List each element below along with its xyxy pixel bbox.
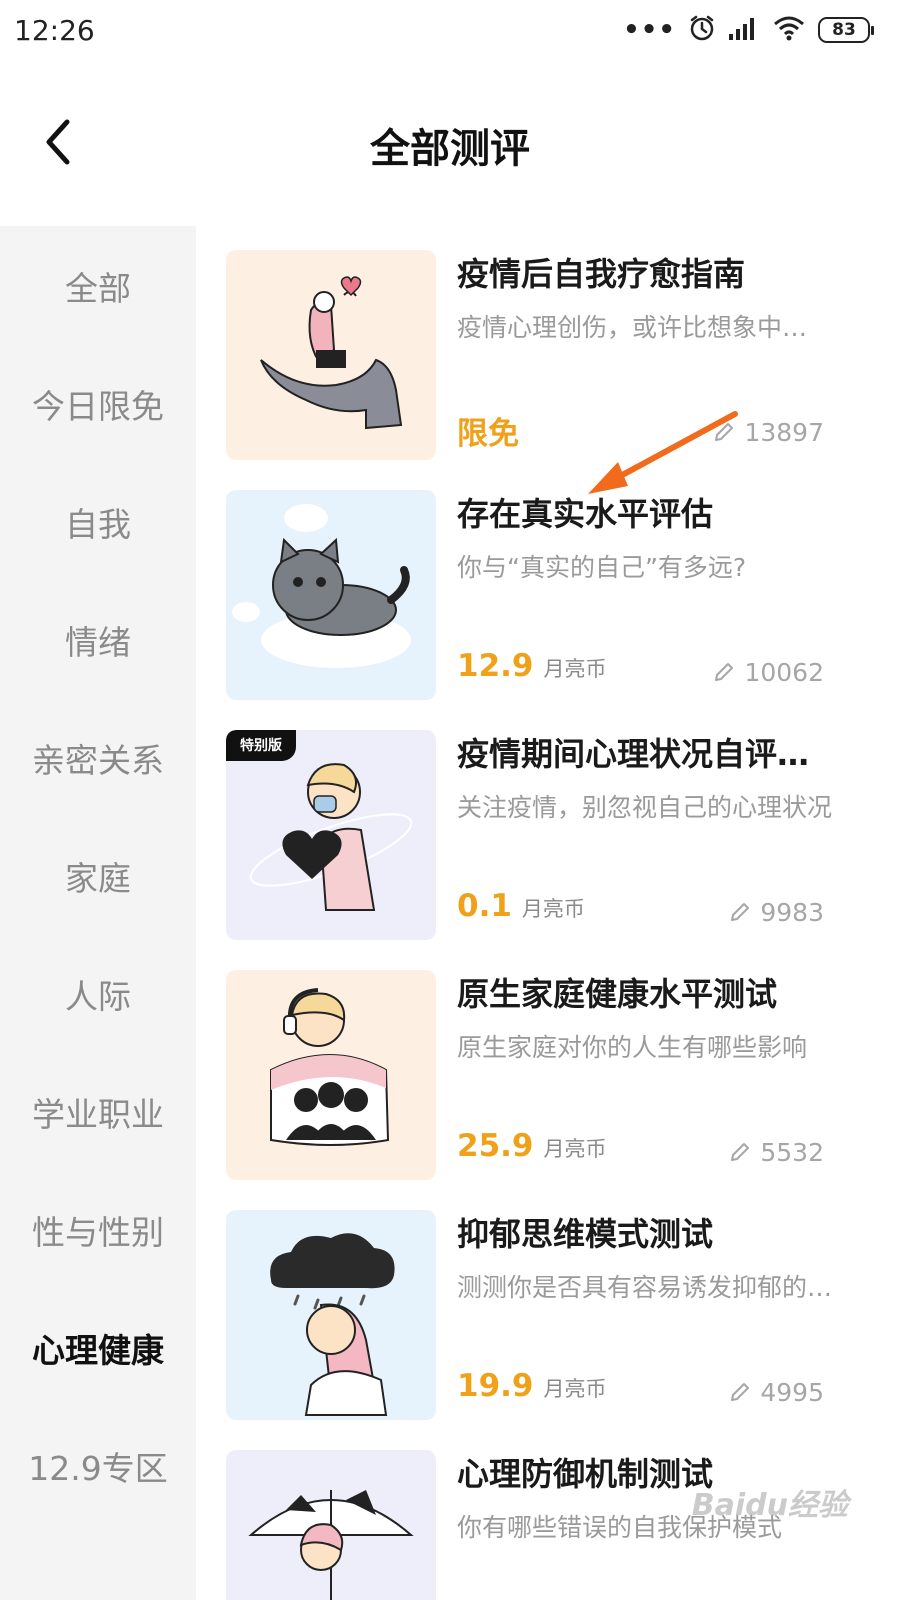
card-title: 存在真实水平评估 — [457, 495, 714, 533]
sidebar-item-gender[interactable]: 性与性别 — [0, 1195, 196, 1265]
price-row: 12.9 月亮币 — [457, 648, 607, 692]
flying-cat-illustration — [226, 490, 436, 700]
card-title: 疫情期间心理状况自评量表 — [457, 735, 837, 773]
page-title: 全部测评 — [370, 126, 530, 172]
test-card[interactable]: 疫情后自我疗愈指南 疫情心理创伤，或许比想象中… 限免 13897 — [226, 250, 876, 462]
masked-person-heart-illustration — [226, 730, 436, 940]
watermark: Baidu经验 — [691, 1488, 848, 1523]
view-count: 13897 — [712, 414, 824, 450]
battery-icon: 83 — [818, 17, 874, 43]
umbrella-girl-illustration — [226, 1450, 436, 1600]
view-count: 10062 — [712, 654, 824, 690]
test-card[interactable]: 心理防御机制测试 你有哪些错误的自我保护模式 — [226, 1450, 876, 1600]
sidebar-item-career[interactable]: 学业职业 — [0, 1077, 196, 1147]
card-thumbnail — [226, 250, 436, 460]
card-thumbnail — [226, 1210, 436, 1420]
sidebar-item-free-today[interactable]: 今日限免 — [0, 369, 196, 439]
price-row: 19.9 月亮币 — [457, 1368, 607, 1412]
view-count: 9983 — [728, 894, 824, 930]
card-thumbnail — [226, 1450, 436, 1600]
pencil-icon — [715, 423, 734, 441]
price-label: 25.9 — [457, 1128, 534, 1164]
special-edition-badge: 特别版 — [226, 730, 296, 761]
pencil-icon — [731, 903, 750, 921]
test-card[interactable]: 存在真实水平评估 你与“真实的自己”有多远? 12.9 月亮币 10062 — [226, 490, 876, 702]
view-count: 5532 — [728, 1134, 824, 1170]
sidebar-item-intimacy[interactable]: 亲密关系 — [0, 723, 196, 793]
pencil-icon — [731, 1383, 750, 1401]
wifi-icon — [772, 14, 806, 46]
view-count-value: 10062 — [744, 657, 824, 687]
test-card[interactable]: 抑郁思维模式测试 测测你是否具有容易诱发抑郁的思维 19.9 月亮币 4995 — [226, 1210, 876, 1422]
view-count-value: 4995 — [760, 1377, 824, 1407]
price-row: 限免 — [457, 408, 519, 452]
status-bar: 12:26 ••• 83 — [0, 0, 900, 64]
card-thumbnail — [226, 490, 436, 700]
card-thumbnail — [226, 970, 436, 1180]
view-count-value: 5532 — [760, 1137, 824, 1167]
price-unit: 月亮币 — [543, 657, 607, 681]
hand-holding-girl-illustration — [226, 250, 436, 460]
card-description: 关注疫情，别忽视自己的心理状况 — [457, 793, 833, 822]
card-title: 疫情后自我疗愈指南 — [457, 255, 746, 293]
status-time: 12:26 — [14, 14, 95, 47]
headphones-family-illustration — [226, 970, 436, 1180]
sidebar-item-all[interactable]: 全部 — [0, 251, 196, 321]
rain-cloud-person-illustration — [226, 1210, 436, 1420]
pencil-icon — [731, 1143, 750, 1161]
test-list: 疫情后自我疗愈指南 疫情心理创伤，或许比想象中… 限免 13897 存在真实水平… — [196, 226, 900, 1600]
card-thumbnail: 特别版 — [226, 730, 436, 940]
category-sidebar: 全部 今日限免 自我 情绪 亲密关系 家庭 人际 学业职业 性与性别 心理健康 … — [0, 226, 196, 1600]
sidebar-item-special-zone[interactable]: 12.9专区 — [0, 1431, 196, 1501]
card-title: 抑郁思维模式测试 — [457, 1215, 714, 1253]
status-icons: ••• 83 — [623, 12, 874, 48]
header: 全部测评 — [0, 64, 900, 226]
card-description: 测测你是否具有容易诱发抑郁的思维 — [457, 1273, 837, 1302]
card-description: 你与“真实的自己”有多远? — [457, 553, 747, 582]
more-dots-icon: ••• — [623, 15, 676, 45]
price-unit: 月亮币 — [543, 1137, 607, 1161]
price-label: 限免 — [457, 416, 519, 452]
price-row: 25.9 月亮币 — [457, 1128, 607, 1172]
price-unit: 月亮币 — [543, 1377, 607, 1401]
card-description: 原生家庭对你的人生有哪些影响 — [457, 1033, 808, 1062]
pencil-icon — [715, 663, 734, 681]
card-description: 疫情心理创伤，或许比想象中… — [457, 313, 808, 342]
price-label: 12.9 — [457, 648, 534, 684]
sidebar-item-social[interactable]: 人际 — [0, 959, 196, 1029]
view-count: 4995 — [728, 1374, 824, 1410]
price-label: 0.1 — [457, 888, 512, 924]
sidebar-item-self[interactable]: 自我 — [0, 487, 196, 557]
view-count-value: 13897 — [744, 417, 824, 447]
card-title: 原生家庭健康水平测试 — [457, 975, 778, 1013]
sidebar-item-emotion[interactable]: 情绪 — [0, 605, 196, 675]
sidebar-item-mental-health[interactable]: 心理健康 — [0, 1313, 196, 1383]
signal-icon — [728, 15, 760, 45]
test-card[interactable]: 特别版 疫情期间心理状况自评量表 关注疫情，别忽视自己的心理状况 0.1 月亮币… — [226, 730, 876, 942]
alarm-icon — [688, 14, 716, 46]
price-unit: 月亮币 — [521, 897, 585, 921]
view-count-value: 9983 — [760, 897, 824, 927]
sidebar-item-family[interactable]: 家庭 — [0, 841, 196, 911]
price-label: 19.9 — [457, 1368, 534, 1404]
price-row: 0.1 月亮币 — [457, 888, 585, 932]
test-card[interactable]: 原生家庭健康水平测试 原生家庭对你的人生有哪些影响 25.9 月亮币 5532 — [226, 970, 876, 1182]
